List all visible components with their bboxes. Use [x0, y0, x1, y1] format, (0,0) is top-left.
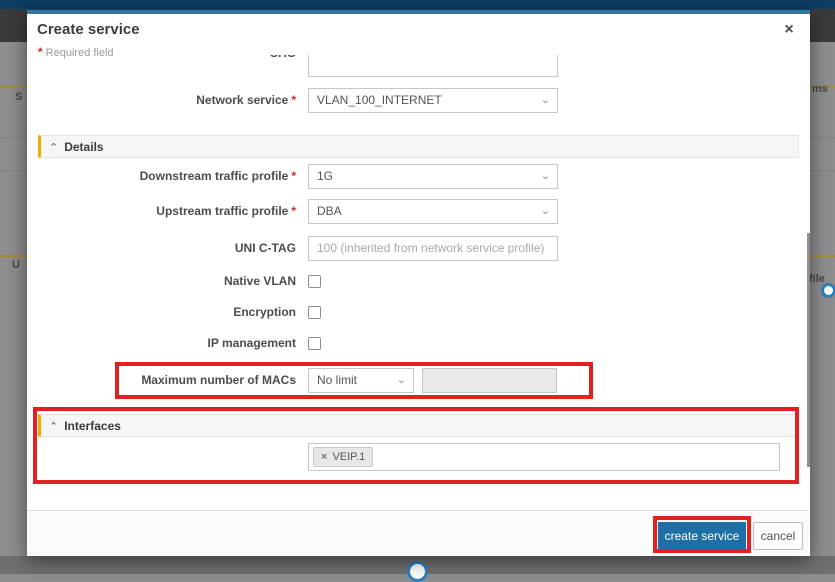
background-text-fragment-right-column: file	[809, 273, 825, 285]
dialog-footer: create service cancel	[27, 510, 808, 556]
ip-management-checkbox[interactable]	[308, 337, 321, 350]
uni-ctag-input[interactable]: 100 (inherited from network service prof…	[308, 236, 558, 261]
background-text-fragment-left-tab: S	[15, 91, 23, 103]
partial-field-row: SHG	[27, 55, 808, 77]
cancel-button[interactable]: cancel	[753, 522, 803, 550]
uni-ctag-label: UNI C-TAG	[234, 241, 296, 255]
click-indicator-icon	[407, 561, 428, 582]
chevron-down-icon: ⌄	[540, 94, 550, 106]
ip-management-label: IP management	[207, 336, 296, 350]
downstream-profile-select[interactable]: 1G ⌄	[308, 164, 558, 189]
background-text-fragment-left-column: U	[12, 259, 20, 271]
background-app-topbar	[0, 0, 835, 9]
encryption-checkbox[interactable]	[308, 306, 321, 319]
chevron-down-icon: ⌄	[540, 170, 550, 182]
interface-tag-label: VEIP.1	[332, 451, 366, 463]
upstream-profile-select[interactable]: DBA ⌄	[308, 199, 558, 224]
interfaces-input[interactable]: × VEIP.1	[308, 443, 780, 471]
max-macs-value-input	[422, 368, 557, 393]
required-asterisk-icon: *	[291, 93, 296, 107]
max-macs-select[interactable]: No limit ⌄	[308, 368, 414, 393]
remove-tag-icon[interactable]: ×	[321, 451, 327, 463]
max-macs-label: Maximum number of MACs	[141, 373, 296, 387]
network-service-label: Network service *	[196, 93, 296, 107]
interfaces-section-label: Interfaces	[64, 419, 121, 433]
partial-field-label: SHG	[27, 55, 296, 65]
downstream-profile-label: Downstream traffic profile *	[139, 169, 296, 183]
network-service-select[interactable]: VLAN_100_INTERNET ⌄	[308, 88, 558, 113]
vertical-scrollbar[interactable]	[807, 233, 810, 467]
close-icon[interactable]: ×	[780, 21, 798, 39]
details-section-header[interactable]: ⌃ Details	[38, 135, 799, 158]
collapse-caret-icon: ⌃	[49, 142, 59, 154]
background-info-circle-icon	[821, 283, 835, 298]
create-service-button[interactable]: create service	[658, 522, 746, 550]
partial-field-input[interactable]	[308, 55, 558, 77]
background-text-fragment-right-tab: ms	[812, 83, 828, 95]
required-asterisk-icon: *	[291, 204, 296, 218]
uni-ctag-placeholder: 100 (inherited from network service prof…	[317, 241, 545, 255]
create-service-dialog: × Create service *Required field SHG Net…	[27, 10, 810, 556]
interface-tag: × VEIP.1	[313, 447, 374, 467]
upstream-profile-label: Upstream traffic profile *	[156, 204, 296, 218]
details-section-label: Details	[64, 140, 104, 154]
native-vlan-checkbox[interactable]	[308, 275, 321, 288]
collapse-caret-icon: ⌃	[49, 421, 59, 433]
chevron-down-icon: ⌄	[540, 205, 550, 217]
dialog-title: Create service	[37, 21, 140, 38]
interfaces-section-header[interactable]: ⌃ Interfaces	[38, 414, 799, 437]
required-asterisk-icon: *	[291, 169, 296, 183]
chevron-down-icon: ⌄	[396, 374, 406, 386]
encryption-label: Encryption	[233, 305, 296, 319]
native-vlan-label: Native VLAN	[223, 274, 296, 288]
